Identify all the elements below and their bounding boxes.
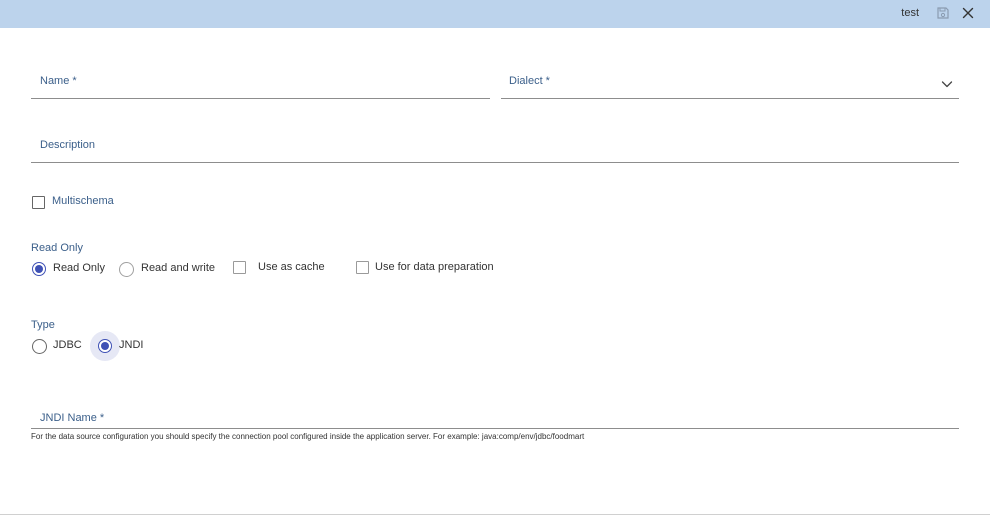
- use-as-cache-checkbox[interactable]: [233, 261, 246, 274]
- jndi-radio-label: JNDI: [119, 339, 144, 351]
- read-only-section-label: Read Only: [31, 242, 83, 254]
- use-for-data-preparation-checkbox[interactable]: [356, 261, 369, 274]
- description-field[interactable]: Description: [31, 132, 959, 163]
- read-and-write-radio[interactable]: [119, 262, 134, 277]
- toolbar: test: [0, 0, 990, 28]
- jndi-radio[interactable]: [98, 339, 112, 353]
- dialect-label: Dialect *: [509, 75, 550, 87]
- save-icon[interactable]: [936, 6, 950, 20]
- close-icon[interactable]: [961, 6, 975, 20]
- multischema-label: Multischema: [52, 195, 114, 207]
- dialog-title: test: [901, 7, 919, 19]
- multischema-checkbox[interactable]: [32, 196, 45, 209]
- description-input[interactable]: [31, 132, 959, 162]
- datasource-editor: test Name * Dialect * Description Multis…: [0, 0, 990, 517]
- type-section-label: Type: [31, 319, 55, 331]
- dialect-select[interactable]: Dialect *: [501, 68, 959, 99]
- name-field[interactable]: Name *: [31, 68, 490, 99]
- jndi-hint-text: For the data source configuration you sh…: [31, 432, 585, 441]
- use-as-cache-label: Use as cache: [258, 261, 325, 273]
- read-and-write-radio-label: Read and write: [141, 262, 215, 274]
- jndi-name-field[interactable]: JNDI Name *: [31, 405, 959, 429]
- bottom-divider: [0, 514, 990, 515]
- jndi-name-input[interactable]: [31, 405, 959, 428]
- jdbc-radio-label: JDBC: [53, 339, 82, 351]
- name-input[interactable]: [31, 68, 490, 98]
- read-only-radio-label: Read Only: [53, 262, 105, 274]
- use-for-data-preparation-label: Use for data preparation: [375, 261, 494, 273]
- jdbc-radio[interactable]: [32, 339, 47, 354]
- chevron-down-icon[interactable]: [941, 77, 953, 89]
- read-only-radio[interactable]: [32, 262, 46, 276]
